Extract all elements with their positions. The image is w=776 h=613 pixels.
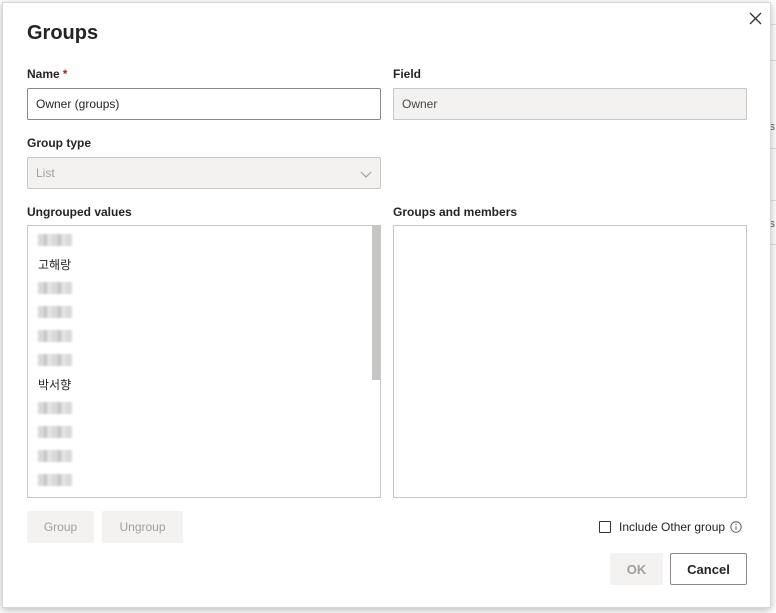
ungrouped-values-label: Ungrouped values — [27, 205, 132, 219]
list-item[interactable] — [28, 228, 380, 252]
list-item[interactable] — [28, 276, 380, 300]
list-item[interactable] — [28, 396, 380, 420]
ungroup-button[interactable]: Ungroup — [102, 511, 183, 543]
list-item-label: 고해랑 — [38, 257, 72, 272]
redacted-value — [38, 330, 72, 342]
groups-dialog: Groups Name* Field Group type List Ungro… — [2, 2, 771, 608]
list-item[interactable]: 박서향 — [28, 372, 380, 396]
group-type-label: Group type — [27, 136, 92, 150]
redacted-value — [38, 402, 72, 414]
list-item[interactable] — [28, 444, 380, 468]
scrollbar[interactable] — [372, 226, 380, 497]
include-other-group-checkbox[interactable] — [599, 521, 611, 533]
name-input[interactable] — [27, 88, 381, 120]
groups-members-label: Groups and members — [393, 205, 518, 219]
redacted-value — [38, 306, 72, 318]
list-item[interactable] — [28, 324, 380, 348]
list-item-label: 박서향 — [38, 377, 72, 392]
groups-members-list[interactable] — [393, 225, 747, 498]
chevron-down-icon — [360, 171, 372, 178]
scrollbar-thumb[interactable] — [372, 226, 380, 380]
list-item[interactable] — [28, 468, 380, 492]
redacted-value — [38, 354, 72, 366]
field-label: Field — [393, 67, 422, 81]
include-other-group-row: Include Other group — [599, 520, 742, 534]
include-other-group-label: Include Other group — [619, 520, 726, 534]
cancel-button[interactable]: Cancel — [670, 553, 747, 585]
dialog-title: Groups — [27, 22, 99, 44]
redacted-value — [38, 474, 72, 486]
close-button[interactable] — [746, 9, 764, 27]
ungrouped-values-list[interactable]: 고해랑박서향 — [27, 225, 381, 498]
close-icon — [749, 12, 761, 24]
ok-button[interactable]: OK — [610, 553, 663, 585]
field-input — [393, 88, 747, 120]
group-button[interactable]: Group — [27, 511, 94, 543]
redacted-value — [38, 234, 72, 246]
redacted-value — [38, 450, 72, 462]
list-item[interactable] — [28, 300, 380, 324]
redacted-value — [38, 426, 72, 438]
required-mark: * — [62, 67, 68, 81]
info-icon[interactable] — [730, 521, 742, 533]
list-item[interactable] — [28, 348, 380, 372]
group-type-dropdown[interactable]: List — [27, 157, 381, 189]
group-type-value: List — [36, 166, 55, 180]
list-item[interactable]: 고해랑 — [28, 252, 380, 276]
redacted-value — [38, 282, 72, 294]
name-label-text: Name — [27, 67, 60, 81]
list-item[interactable] — [28, 420, 380, 444]
name-label: Name * — [27, 67, 67, 81]
